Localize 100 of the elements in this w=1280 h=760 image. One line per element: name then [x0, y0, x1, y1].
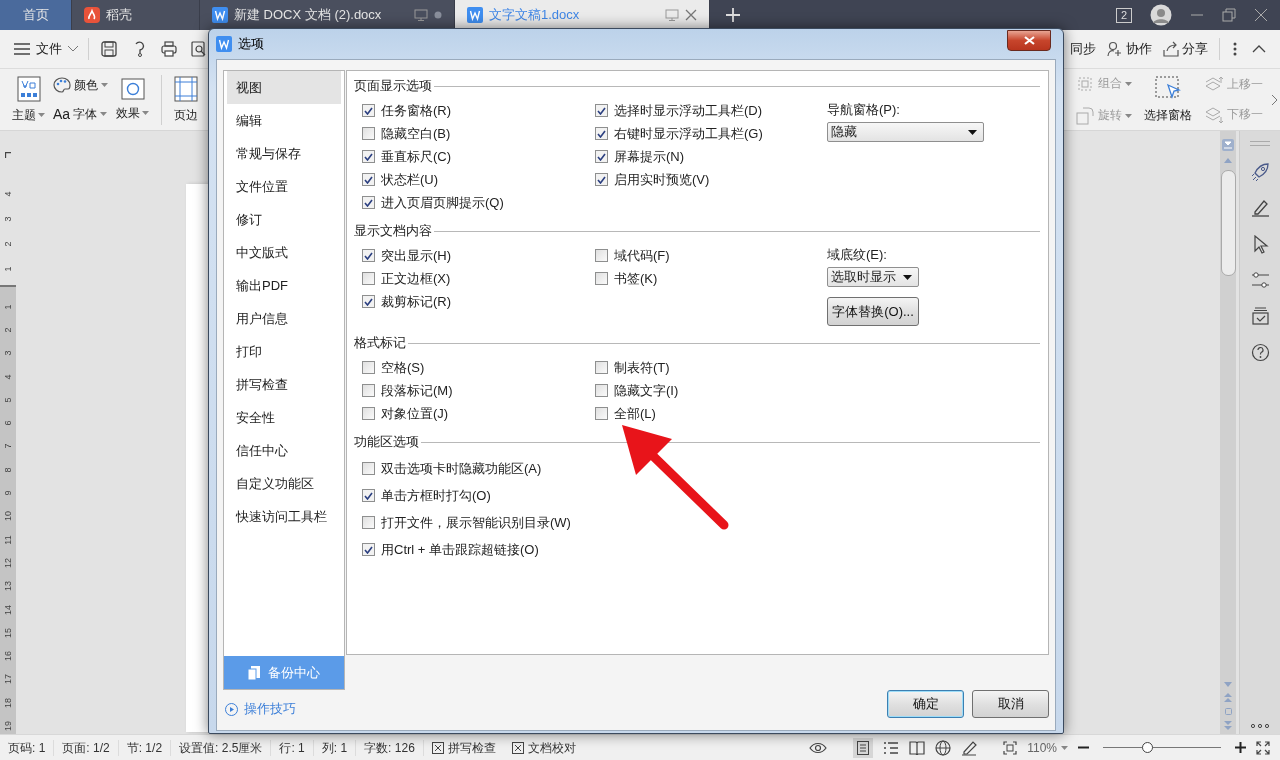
checkbox[interactable]: [595, 407, 608, 420]
dropdown[interactable]: 隐藏: [827, 122, 984, 142]
sidebar-item[interactable]: 输出PDF: [224, 269, 344, 302]
close-button[interactable]: [1007, 29, 1051, 51]
effects-button[interactable]: 效果: [116, 77, 149, 122]
checkbox[interactable]: [362, 196, 375, 209]
checkbox-option[interactable]: 单击方框时打勾(O): [362, 482, 595, 509]
slider-thumb[interactable]: [1141, 742, 1153, 753]
checkbox[interactable]: [362, 516, 375, 529]
ok-button[interactable]: 确定: [887, 690, 964, 718]
checkbox[interactable]: [362, 543, 375, 556]
sidebar-item[interactable]: 视图: [227, 71, 341, 104]
checkbox-option[interactable]: 段落标记(M): [362, 379, 595, 402]
restore-icon[interactable]: [1222, 8, 1236, 22]
checkbox[interactable]: [595, 104, 608, 117]
window-count-badge[interactable]: 2: [1115, 7, 1132, 23]
checkbox-option[interactable]: 用Ctrl + 单击跟踪超链接(O): [362, 536, 595, 563]
document-tab[interactable]: 首页: [0, 0, 72, 30]
web-view-icon[interactable]: [935, 739, 952, 756]
document-tab[interactable]: 新建 DOCX 文档 (2).docx: [200, 0, 455, 30]
print-preview-icon[interactable]: [191, 41, 207, 57]
checkbox[interactable]: [362, 127, 375, 140]
checkbox[interactable]: [362, 407, 375, 420]
sync-button[interactable]: 同步: [1070, 40, 1096, 58]
sidebar-item[interactable]: 修订: [224, 203, 344, 236]
checkbox[interactable]: [362, 150, 375, 163]
checkbox-option[interactable]: 选择时显示浮动工具栏(D): [595, 99, 827, 122]
checkbox[interactable]: [362, 361, 375, 374]
checkbox-option[interactable]: 垂直标尺(C): [362, 145, 595, 168]
sliders-icon[interactable]: [1250, 271, 1270, 290]
checkbox[interactable]: [595, 361, 608, 374]
file-menu-button[interactable]: 文件: [14, 40, 78, 58]
checkbox[interactable]: [362, 249, 375, 262]
sidebar-item[interactable]: 打印: [224, 335, 344, 368]
user-avatar[interactable]: [1150, 4, 1172, 26]
close-icon[interactable]: [1254, 8, 1268, 22]
reading-view-icon[interactable]: [909, 740, 926, 755]
sidebar-item[interactable]: 用户信息: [224, 302, 344, 335]
checkbox-option[interactable]: 对象位置(J): [362, 402, 595, 425]
checkbox-option[interactable]: 隐藏空白(B): [362, 122, 595, 145]
sidebar-item[interactable]: 信任中心: [224, 434, 344, 467]
pen-icon[interactable]: [1250, 199, 1270, 218]
colors-button[interactable]: 颜色: [53, 76, 108, 94]
checked-box-icon[interactable]: [1250, 307, 1270, 326]
selection-pane-button[interactable]: 选择窗格: [1144, 75, 1192, 124]
collab-button[interactable]: 协作: [1107, 40, 1152, 58]
more-icon[interactable]: [1251, 724, 1269, 728]
checkbox[interactable]: [362, 104, 375, 117]
checkbox-option[interactable]: 屏幕提示(N): [595, 145, 827, 168]
sidebar-item[interactable]: 文件位置: [224, 170, 344, 203]
page-view-button[interactable]: [853, 737, 874, 758]
close-icon[interactable]: [685, 9, 697, 21]
chevron-right-icon[interactable]: [1271, 93, 1278, 106]
checkbox[interactable]: [595, 127, 608, 140]
scrollbar[interactable]: [1220, 131, 1236, 734]
more-vertical-icon[interactable]: [1233, 42, 1237, 56]
pen-icon[interactable]: [961, 739, 978, 756]
checkbox-option[interactable]: 状态栏(U): [362, 168, 595, 191]
checkbox-option[interactable]: 双击选项卡时隐藏功能区(A): [362, 455, 595, 482]
checkbox[interactable]: [595, 272, 608, 285]
checkbox-option[interactable]: 全部(L): [595, 402, 827, 425]
checkbox-option[interactable]: 隐藏文字(I): [595, 379, 827, 402]
sidebar-item[interactable]: 快速访问工具栏: [224, 500, 344, 533]
checkbox-option[interactable]: 空格(S): [362, 356, 595, 379]
checkbox[interactable]: [362, 384, 375, 397]
share-button[interactable]: 分享: [1163, 40, 1208, 58]
sidebar-item[interactable]: 中文版式: [224, 236, 344, 269]
help-icon[interactable]: [1250, 343, 1270, 362]
status-toggle[interactable]: 拼写检查: [423, 739, 504, 756]
checkbox-option[interactable]: 右键时显示浮动工具栏(G): [595, 122, 827, 145]
checkbox-option[interactable]: 打开文件，展示智能识别目录(W): [362, 509, 595, 536]
sidebar-item[interactable]: 安全性: [224, 401, 344, 434]
rocket-icon[interactable]: [1250, 163, 1270, 182]
zoom-in-icon[interactable]: [1235, 742, 1246, 753]
dropdown[interactable]: 选取时显示: [827, 267, 919, 287]
checkbox-option[interactable]: 裁剪标记(R): [362, 290, 595, 313]
checkbox[interactable]: [595, 150, 608, 163]
margins-button[interactable]: 页边: [174, 75, 198, 124]
zoom-out-icon[interactable]: [1078, 746, 1089, 749]
cancel-button[interactable]: 取消: [972, 690, 1049, 718]
theme-button[interactable]: 主题: [12, 75, 45, 124]
checkbox[interactable]: [362, 272, 375, 285]
fit-window-icon[interactable]: [1003, 740, 1018, 755]
font-substitution-button[interactable]: 字体替换(O)...: [827, 297, 919, 326]
checkbox[interactable]: [362, 295, 375, 308]
checkbox[interactable]: [362, 489, 375, 502]
tips-link[interactable]: 操作技巧: [223, 700, 345, 718]
font-button[interactable]: Aa 字体: [53, 105, 108, 123]
checkbox[interactable]: [362, 173, 375, 186]
save-icon[interactable]: [101, 41, 117, 57]
checkbox[interactable]: [595, 249, 608, 262]
checkbox-option[interactable]: 突出显示(H): [362, 244, 595, 267]
sidebar-item[interactable]: 编辑: [224, 104, 344, 137]
outline-view-icon[interactable]: [883, 740, 900, 755]
sidebar-item[interactable]: 拼写检查: [224, 368, 344, 401]
status-toggle[interactable]: 文档校对: [503, 739, 584, 756]
chevron-up-icon[interactable]: [1252, 45, 1266, 53]
plus-icon[interactable]: [726, 8, 740, 22]
checkbox-option[interactable]: 域代码(F): [595, 244, 827, 267]
checkbox[interactable]: [595, 173, 608, 186]
